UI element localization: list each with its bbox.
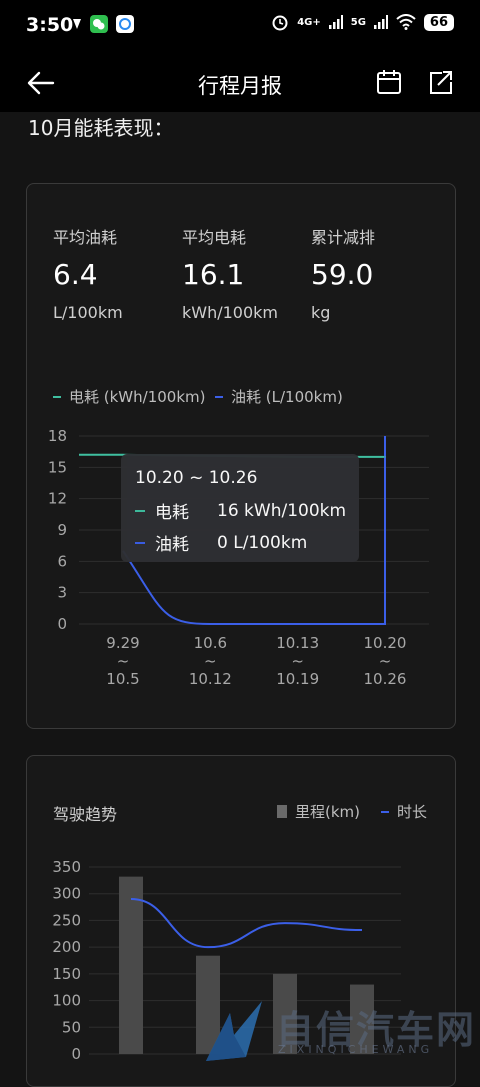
- legend-mileage-label: 里程(km): [295, 803, 361, 821]
- signal-icon-2: [373, 15, 388, 29]
- stat-value: 16.1: [182, 258, 245, 291]
- battery-icon: 66: [423, 13, 454, 31]
- section-title: 10月能耗表现：: [28, 116, 174, 140]
- legend-electric-label: 电耗 (kWh/100km): [69, 388, 206, 406]
- legend-duration-label: 时长: [397, 803, 428, 821]
- y-tick-label: 18: [48, 427, 67, 445]
- y-tick-label: 50: [62, 1018, 81, 1036]
- tooltip-row-fuel: 油耗 0 L/100km: [135, 530, 307, 555]
- legend-fuel-swatch: [215, 395, 223, 398]
- notification-icons: [72, 15, 134, 33]
- network-4g-label: 4G+: [297, 16, 321, 28]
- stat-avg-fuel: 平均油耗 6.4 L/100km: [53, 224, 183, 322]
- alarm-icon: [272, 15, 288, 31]
- legend-fuel-label: 油耗 (L/100km): [231, 388, 343, 406]
- x-tick-label: ~: [291, 652, 304, 670]
- x-tick-label: ~: [204, 652, 217, 670]
- messenger-icon: [116, 15, 134, 33]
- y-tick-label: 150: [52, 965, 81, 983]
- x-tick-label: ~: [117, 652, 130, 670]
- status-right: 4G+ 5G 66: [271, 13, 454, 31]
- tooltip-fuel-swatch: [135, 541, 145, 544]
- y-tick-label: 100: [52, 992, 81, 1010]
- legend-fuel[interactable]: 油耗 (L/100km): [215, 386, 343, 407]
- x-tick-label: 9.29: [106, 634, 139, 652]
- tooltip-electric-swatch: [135, 509, 145, 512]
- x-tick-label: 10.26: [364, 670, 407, 688]
- stat-unit: kg: [311, 303, 331, 322]
- x-tick-label: 10.20: [364, 634, 407, 652]
- y-tick-label: 350: [52, 858, 81, 876]
- page-title: 行程月报: [198, 74, 282, 98]
- legend-mileage[interactable]: 里程(km): [277, 801, 360, 822]
- chart-tooltip: 10.20 ~ 10.26 电耗 16 kWh/100km 油耗 0 L/100…: [121, 454, 359, 562]
- stat-label: 平均电耗: [182, 228, 247, 247]
- y-tick-label: 250: [52, 911, 81, 929]
- stat-avg-electric: 平均电耗 16.1 kWh/100km: [182, 224, 312, 322]
- tooltip-fuel-value: 0 L/100km: [217, 532, 308, 553]
- legend-duration-swatch: [381, 810, 389, 813]
- y-tick-label: 0: [57, 615, 67, 633]
- tooltip-fuel-name: 油耗: [155, 535, 189, 555]
- stat-label: 平均油耗: [53, 228, 118, 247]
- stat-label: 累计减排: [311, 228, 376, 247]
- network-5g-label: 5G: [350, 16, 366, 28]
- y-tick-label: 15: [48, 458, 67, 476]
- legend-mileage-swatch: [277, 805, 287, 818]
- energy-card: 平均油耗 6.4 L/100km 平均电耗 16.1 kWh/100km 累计减…: [26, 183, 456, 729]
- stat-value: 6.4: [53, 258, 98, 291]
- y-tick-label: 300: [52, 885, 81, 903]
- signal-arrow-icon: [73, 19, 81, 29]
- y-tick-label: 12: [48, 490, 67, 508]
- y-tick-label: 3: [57, 584, 67, 602]
- legend-electric-swatch: [53, 395, 61, 398]
- nav-bar: 行程月报: [0, 50, 480, 112]
- x-tick-label: 10.12: [189, 670, 232, 688]
- tooltip-electric-value: 16 kWh/100km: [217, 500, 347, 521]
- y-tick-label: 9: [57, 521, 67, 539]
- y-tick-label: 0: [71, 1045, 81, 1063]
- stat-unit: kWh/100km: [182, 303, 279, 322]
- status-time: 3:50: [26, 14, 74, 36]
- bar-mileage: [119, 876, 143, 1054]
- watermark-subtext: ZIXINQICHEWANG: [278, 1043, 434, 1056]
- wechat-icon: [90, 15, 108, 33]
- calendar-icon[interactable]: [376, 68, 402, 96]
- x-tick-label: 10.5: [106, 670, 139, 688]
- signal-icon: [328, 15, 343, 29]
- wifi-icon: [396, 14, 416, 30]
- legend-electric[interactable]: 电耗 (kWh/100km): [53, 386, 205, 407]
- x-tick-label: ~: [379, 652, 392, 670]
- stat-emission-reduction: 累计减排 59.0 kg: [311, 224, 441, 322]
- series-line-duration: [130, 898, 363, 949]
- legend-duration[interactable]: 时长: [381, 801, 427, 822]
- watermark: 自信汽车网 ZIXINQICHEWANG: [200, 995, 480, 1067]
- share-icon[interactable]: [428, 68, 454, 96]
- tooltip-electric-name: 电耗: [155, 503, 189, 523]
- y-tick-label: 6: [57, 552, 67, 570]
- tooltip-row-electric: 电耗 16 kWh/100km: [135, 498, 346, 523]
- electric-point: [384, 456, 386, 458]
- tooltip-title: 10.20 ~ 10.26: [135, 468, 258, 488]
- x-tick-label: 10.19: [276, 670, 319, 688]
- driving-trend-title: 驾驶趋势: [53, 805, 118, 824]
- y-tick-label: 200: [52, 938, 81, 956]
- stat-unit: L/100km: [53, 303, 123, 322]
- x-tick-label: 10.13: [276, 634, 319, 652]
- status-bar: 3:50 4G+ 5G 66: [0, 0, 480, 50]
- stat-value: 59.0: [311, 258, 374, 291]
- x-tick-label: 10.6: [194, 634, 227, 652]
- watermark-logo-icon: [206, 1001, 262, 1061]
